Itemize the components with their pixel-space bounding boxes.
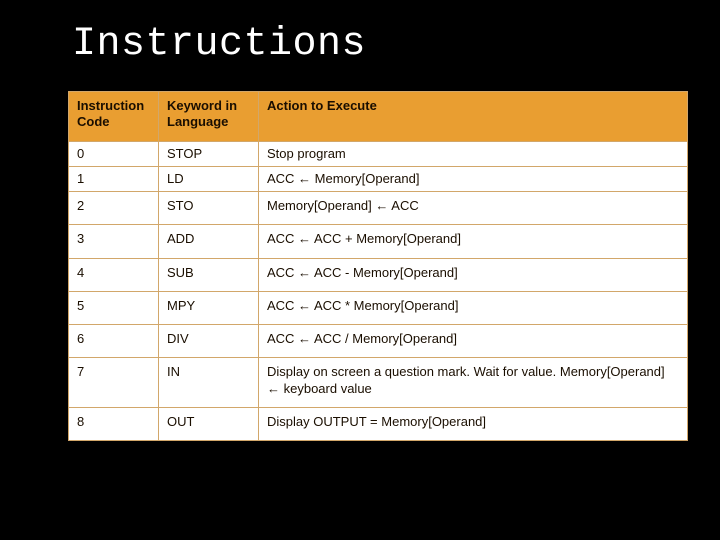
cell-action: Display OUTPUT = Memory[Operand] — [259, 407, 688, 440]
cell-code: 0 — [69, 141, 159, 166]
cell-code: 8 — [69, 407, 159, 440]
cell-keyword: DIV — [159, 325, 259, 358]
header-keyword: Keyword in Language — [159, 92, 259, 142]
cell-keyword: IN — [159, 358, 259, 408]
table-row: 8 OUT Display OUTPUT = Memory[Operand] — [69, 407, 688, 440]
cell-keyword: MPY — [159, 291, 259, 324]
cell-action: ACC ← ACC * Memory[Operand] — [259, 291, 688, 324]
cell-keyword: STOP — [159, 141, 259, 166]
table-row: 5 MPY ACC ← ACC * Memory[Operand] — [69, 291, 688, 324]
cell-keyword: LD — [159, 166, 259, 191]
slide: Instructions Instruction Code Keyword in… — [0, 0, 720, 540]
cell-code: 1 — [69, 166, 159, 191]
cell-keyword: STO — [159, 192, 259, 225]
cell-action: ACC ← ACC - Memory[Operand] — [259, 258, 688, 291]
header-action: Action to Execute — [259, 92, 688, 142]
cell-action: Display on screen a question mark. Wait … — [259, 358, 688, 408]
cell-code: 2 — [69, 192, 159, 225]
cell-code: 5 — [69, 291, 159, 324]
cell-code: 7 — [69, 358, 159, 408]
table-row: 4 SUB ACC ← ACC - Memory[Operand] — [69, 258, 688, 291]
header-instruction-code: Instruction Code — [69, 92, 159, 142]
table-row: 3 ADD ACC ← ACC + Memory[Operand] — [69, 225, 688, 258]
table-row: 0 STOP Stop program — [69, 141, 688, 166]
cell-action: ACC ← ACC / Memory[Operand] — [259, 325, 688, 358]
cell-action: Memory[Operand] ← ACC — [259, 192, 688, 225]
cell-code: 3 — [69, 225, 159, 258]
table-row: 2 STO Memory[Operand] ← ACC — [69, 192, 688, 225]
instructions-table: Instruction Code Keyword in Language Act… — [68, 91, 688, 441]
page-title: Instructions — [72, 22, 680, 67]
table-row: 6 DIV ACC ← ACC / Memory[Operand] — [69, 325, 688, 358]
cell-keyword: OUT — [159, 407, 259, 440]
cell-code: 6 — [69, 325, 159, 358]
cell-action: ACC ← ACC + Memory[Operand] — [259, 225, 688, 258]
cell-keyword: SUB — [159, 258, 259, 291]
table-header-row: Instruction Code Keyword in Language Act… — [69, 92, 688, 142]
cell-action: Stop program — [259, 141, 688, 166]
cell-action: ACC ← Memory[Operand] — [259, 166, 688, 191]
table-row: 7 IN Display on screen a question mark. … — [69, 358, 688, 408]
table-row: 1 LD ACC ← Memory[Operand] — [69, 166, 688, 191]
cell-keyword: ADD — [159, 225, 259, 258]
cell-code: 4 — [69, 258, 159, 291]
